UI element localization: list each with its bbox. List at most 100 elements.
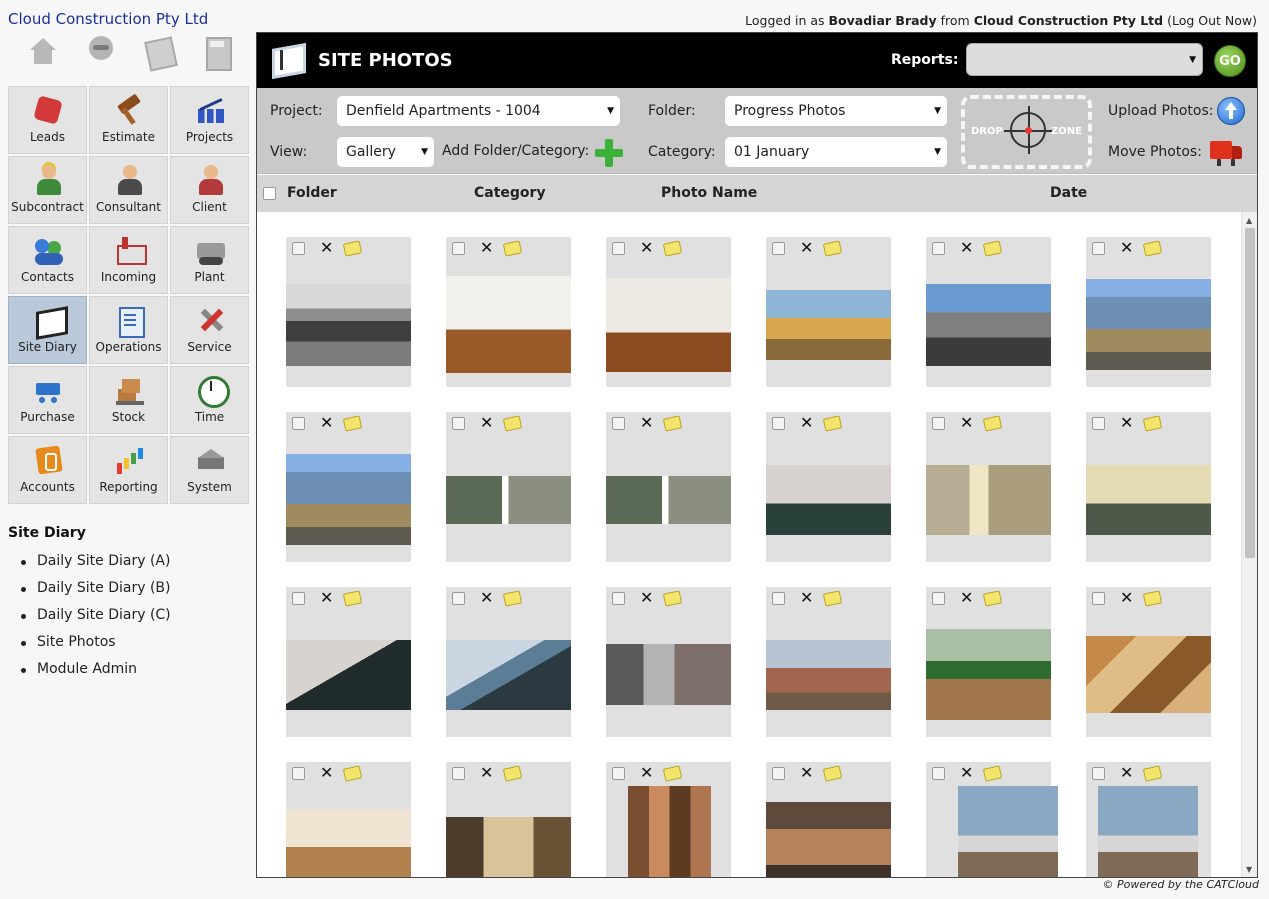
note-icon[interactable] — [822, 415, 843, 432]
module-tile-contacts[interactable]: Contacts — [8, 226, 87, 294]
photo-checkbox[interactable] — [292, 242, 305, 255]
module-link-module-admin[interactable]: Module Admin — [18, 656, 171, 683]
column-header-photo-name[interactable]: Photo Name — [661, 185, 757, 201]
photo-thumbnail-scaffold-panorama[interactable] — [446, 476, 571, 524]
delete-icon[interactable]: ✕ — [480, 764, 493, 782]
project-select[interactable]: Denfield Apartments - 1004 ▼ — [336, 95, 621, 127]
module-tile-incoming[interactable]: Incoming — [89, 226, 168, 294]
photo-thumbnail-workers-on-dome[interactable] — [958, 786, 1058, 877]
photo-card[interactable]: ✕ — [766, 412, 891, 562]
column-header-date[interactable]: Date — [1050, 185, 1087, 201]
note-icon[interactable] — [662, 240, 683, 257]
photo-card[interactable]: ✕ — [926, 762, 1058, 877]
note-icon[interactable] — [1142, 240, 1163, 257]
note-icon[interactable] — [342, 415, 363, 432]
view-select[interactable]: Gallery ▼ — [336, 136, 435, 168]
note-icon[interactable] — [1142, 415, 1163, 432]
folder-select[interactable]: Progress Photos ▼ — [724, 95, 948, 127]
delete-icon[interactable]: ✕ — [800, 589, 813, 607]
photo-thumbnail-construction-cranes[interactable] — [926, 284, 1051, 366]
photo-card[interactable]: ✕ — [1086, 412, 1211, 562]
delete-icon[interactable]: ✕ — [960, 239, 973, 257]
module-link-daily-site-diary-a[interactable]: Daily Site Diary (A) — [18, 548, 171, 575]
photo-thumbnail-door-frame-carpet[interactable] — [926, 465, 1051, 535]
note-icon[interactable] — [502, 240, 523, 257]
scrollbar-thumb[interactable] — [1245, 228, 1255, 558]
delete-icon[interactable]: ✕ — [640, 589, 653, 607]
photo-card[interactable]: ✕ — [926, 237, 1051, 387]
calculator-icon[interactable] — [202, 36, 232, 71]
delete-icon[interactable]: ✕ — [480, 589, 493, 607]
photo-card[interactable]: ✕ — [1086, 237, 1211, 387]
drop-zone[interactable]: DROP ZONE — [961, 95, 1092, 169]
module-tile-site-diary[interactable]: Site Diary — [8, 296, 87, 364]
photo-card[interactable]: ✕ — [766, 237, 891, 387]
module-link-daily-site-diary-b[interactable]: Daily Site Diary (B) — [18, 575, 171, 602]
delete-icon[interactable]: ✕ — [640, 764, 653, 782]
photo-card[interactable]: ✕ — [286, 587, 411, 737]
photo-checkbox[interactable] — [452, 592, 465, 605]
scroll-up-icon[interactable]: ▲ — [1246, 216, 1252, 225]
upload-button[interactable] — [1217, 97, 1245, 125]
photo-card[interactable]: ✕ — [446, 587, 571, 737]
photo-thumbnail-scaffolded-building[interactable] — [1086, 279, 1211, 370]
photo-checkbox[interactable] — [612, 592, 625, 605]
photo-thumbnail-old-building-demolition[interactable] — [286, 284, 411, 366]
note-icon[interactable] — [502, 765, 523, 782]
delete-icon[interactable]: ✕ — [960, 589, 973, 607]
note-icon[interactable] — [662, 415, 683, 432]
photo-checkbox[interactable] — [772, 242, 785, 255]
category-select[interactable]: 01 January ▼ — [724, 136, 948, 168]
scroll-down-icon[interactable]: ▼ — [1246, 865, 1252, 874]
photo-card[interactable]: ✕ — [446, 412, 571, 562]
delete-icon[interactable]: ✕ — [1120, 239, 1133, 257]
delete-icon[interactable]: ✕ — [320, 589, 333, 607]
note-icon[interactable] — [982, 240, 1003, 257]
note-icon[interactable] — [1142, 590, 1163, 607]
photo-checkbox[interactable] — [1092, 242, 1105, 255]
photo-checkbox[interactable] — [612, 417, 625, 430]
photo-checkbox[interactable] — [292, 417, 305, 430]
photo-checkbox[interactable] — [772, 417, 785, 430]
photo-thumbnail-interior-doorway[interactable] — [446, 817, 571, 877]
module-tile-system[interactable]: System — [170, 436, 249, 504]
photo-checkbox[interactable] — [932, 592, 945, 605]
photo-card[interactable]: ✕ — [766, 587, 891, 737]
delete-icon[interactable]: ✕ — [640, 239, 653, 257]
photo-card[interactable]: ✕ — [926, 587, 1051, 737]
note-icon[interactable] — [822, 590, 843, 607]
photo-thumbnail-copper-pipes[interactable] — [766, 802, 891, 877]
delete-icon[interactable]: ✕ — [800, 239, 813, 257]
module-tile-plant[interactable]: Plant — [170, 226, 249, 294]
photo-card[interactable]: ✕ — [606, 237, 731, 387]
photo-checkbox[interactable] — [292, 767, 305, 780]
module-tile-stock[interactable]: Stock — [89, 366, 168, 434]
module-tile-projects[interactable]: Projects — [170, 86, 249, 154]
photo-checkbox[interactable] — [772, 592, 785, 605]
photo-card[interactable]: ✕ — [286, 762, 411, 877]
add-folder-button[interactable] — [594, 138, 624, 168]
logout-link[interactable]: (Log Out Now) — [1163, 13, 1257, 28]
module-tile-consultant[interactable]: Consultant — [89, 156, 168, 224]
photo-thumbnail-ornate-hall[interactable] — [286, 809, 411, 877]
photo-thumbnail-scaffolded-building[interactable] — [286, 454, 411, 545]
photo-thumbnail-roof-truss-lift[interactable] — [926, 629, 1051, 720]
photo-checkbox[interactable] — [1092, 417, 1105, 430]
note-icon[interactable] — [342, 590, 363, 607]
delete-icon[interactable]: ✕ — [960, 764, 973, 782]
photo-card[interactable]: ✕ — [286, 412, 411, 562]
document-icon[interactable] — [144, 36, 174, 68]
move-button[interactable] — [1210, 138, 1244, 166]
module-tile-leads[interactable]: Leads — [8, 86, 87, 154]
company-name[interactable]: Cloud Construction Pty Ltd — [8, 10, 208, 28]
delete-icon[interactable]: ✕ — [960, 414, 973, 432]
module-tile-service[interactable]: Service — [170, 296, 249, 364]
photo-checkbox[interactable] — [452, 767, 465, 780]
photo-thumbnail-door-frame-carpet[interactable] — [1086, 465, 1211, 535]
photo-thumbnail-exposed-framing[interactable] — [628, 786, 711, 877]
photo-thumbnail-workers-on-dome[interactable] — [1098, 786, 1198, 877]
photo-card[interactable]: ✕ — [926, 412, 1051, 562]
photo-thumbnail-empty-room-door[interactable] — [606, 278, 731, 372]
photo-checkbox[interactable] — [1092, 592, 1105, 605]
select-all-checkbox[interactable] — [263, 187, 276, 200]
